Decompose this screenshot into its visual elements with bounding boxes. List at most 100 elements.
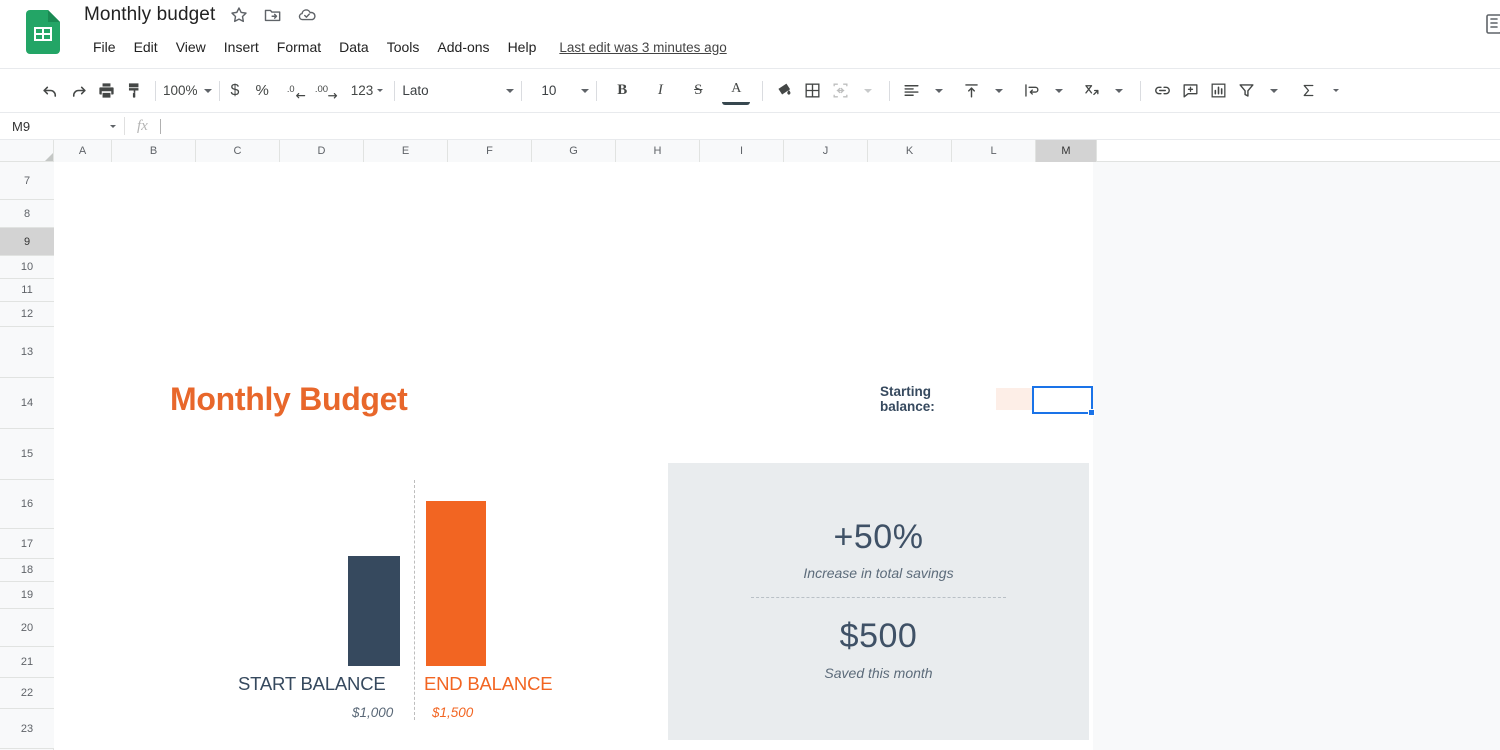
zoom-selector[interactable]: 100% xyxy=(163,83,212,98)
toolbar-divider xyxy=(521,80,523,101)
fill-handle[interactable] xyxy=(1088,409,1095,416)
decrease-decimal-button[interactable]: .0 xyxy=(283,77,311,105)
budget-dashboard: Monthly Budget Starting balance: $1,000 … xyxy=(54,162,1093,750)
redo-icon[interactable] xyxy=(64,77,92,105)
column-header-A[interactable]: A xyxy=(54,140,112,162)
column-header-I[interactable]: I xyxy=(700,140,784,162)
functions-caret[interactable] xyxy=(1322,77,1350,105)
stats-divider xyxy=(751,597,1006,598)
move-to-folder-icon[interactable] xyxy=(263,5,283,25)
chevron-down-icon xyxy=(1333,89,1340,92)
row-header-20[interactable]: 20 xyxy=(0,609,54,647)
column-header-J[interactable]: J xyxy=(784,140,868,162)
menu-add-ons[interactable]: Add-ons xyxy=(428,37,498,57)
row-header-12[interactable]: 12 xyxy=(0,302,54,327)
column-header-G[interactable]: G xyxy=(532,140,616,162)
text-rotation-icon[interactable] xyxy=(1077,77,1105,105)
text-wrap-icon[interactable] xyxy=(1017,77,1045,105)
column-header-K[interactable]: K xyxy=(868,140,952,162)
filter-icon[interactable] xyxy=(1232,77,1260,105)
vertical-align-icon[interactable] xyxy=(957,77,985,105)
text-color-button[interactable]: A xyxy=(722,77,751,105)
insert-chart-icon[interactable] xyxy=(1204,77,1232,105)
selected-cell-m9[interactable] xyxy=(1032,386,1095,416)
borders-icon[interactable] xyxy=(798,77,826,105)
merge-cells-icon[interactable] xyxy=(826,77,854,105)
row-header-21[interactable]: 21 xyxy=(0,647,54,678)
menu-help[interactable]: Help xyxy=(499,37,546,57)
row-header-9[interactable]: 9 xyxy=(0,228,54,256)
strikethrough-button[interactable]: S xyxy=(684,77,712,105)
font-family-selector[interactable]: Lato xyxy=(402,83,515,98)
insert-comment-icon[interactable] xyxy=(1176,77,1204,105)
menu-data[interactable]: Data xyxy=(330,37,378,57)
currency-format-button[interactable]: $ xyxy=(227,77,244,105)
menu-file[interactable]: File xyxy=(84,37,125,57)
sidebar-toggle-icon[interactable] xyxy=(1482,12,1500,36)
row-header-18[interactable]: 18 xyxy=(0,559,54,582)
row-header-8[interactable]: 8 xyxy=(0,200,54,228)
column-header-L[interactable]: L xyxy=(952,140,1036,162)
starting-balance-label: Starting balance: xyxy=(880,384,935,414)
more-formats-button[interactable]: 123 xyxy=(347,77,388,105)
horizontal-align-icon[interactable] xyxy=(897,77,925,105)
formula-input[interactable] xyxy=(161,113,1500,139)
last-edit-link[interactable]: Last edit was 3 minutes ago xyxy=(559,40,726,55)
savings-percent-value: +50% xyxy=(833,518,924,556)
column-header-C[interactable]: C xyxy=(196,140,280,162)
row-header-11[interactable]: 11 xyxy=(0,279,54,302)
row-header-19[interactable]: 19 xyxy=(0,582,54,609)
column-header-F[interactable]: F xyxy=(448,140,532,162)
select-all-corner[interactable] xyxy=(0,140,54,162)
row-header-10[interactable]: 10 xyxy=(0,256,54,279)
column-header-E[interactable]: E xyxy=(364,140,448,162)
menu-view[interactable]: View xyxy=(167,37,215,57)
column-header-M[interactable]: M xyxy=(1036,140,1097,162)
paint-format-icon[interactable] xyxy=(120,77,148,105)
row-header-22[interactable]: 22 xyxy=(0,678,54,709)
percent-format-button[interactable]: % xyxy=(251,77,272,105)
row-header-7[interactable]: 7 xyxy=(0,162,54,200)
name-box-value: M9 xyxy=(12,118,31,134)
insert-link-icon[interactable] xyxy=(1148,77,1176,105)
row-header-23[interactable]: 23 xyxy=(0,709,54,749)
column-header-H[interactable]: H xyxy=(616,140,700,162)
merge-dropdown-caret[interactable] xyxy=(854,77,882,105)
row-header-16[interactable]: 16 xyxy=(0,480,54,529)
row-header-13[interactable]: 13 xyxy=(0,327,54,378)
star-icon[interactable] xyxy=(229,5,249,25)
vertical-align-caret[interactable] xyxy=(985,77,1013,105)
menu-edit[interactable]: Edit xyxy=(125,37,167,57)
italic-button[interactable]: I xyxy=(646,77,674,105)
horizontal-align-caret[interactable] xyxy=(925,77,953,105)
cloud-saved-icon[interactable] xyxy=(297,5,317,25)
bar-label-end-balance: END BALANCE xyxy=(424,673,553,694)
row-header-15[interactable]: 15 xyxy=(0,429,54,480)
name-box[interactable]: M9 xyxy=(0,113,124,139)
menu-bar: File Edit View Insert Format Data Tools … xyxy=(84,37,727,57)
fill-color-icon[interactable] xyxy=(770,77,798,105)
document-title[interactable]: Monthly budget xyxy=(84,4,215,26)
bar-start-balance xyxy=(348,556,400,666)
column-header-B[interactable]: B xyxy=(112,140,196,162)
filter-caret[interactable] xyxy=(1260,77,1288,105)
menu-insert[interactable]: Insert xyxy=(215,37,268,57)
increase-decimal-button[interactable]: .00 xyxy=(311,77,343,105)
sheet-content[interactable]: Monthly Budget Starting balance: $1,000 … xyxy=(54,162,1093,750)
font-family-value: Lato xyxy=(402,83,429,98)
print-icon[interactable] xyxy=(92,77,120,105)
menu-format[interactable]: Format xyxy=(268,37,330,57)
title-row: Monthly budget xyxy=(84,4,317,26)
bold-button[interactable]: B xyxy=(608,77,636,105)
sigma-icon[interactable] xyxy=(1294,77,1322,105)
column-header-D[interactable]: D xyxy=(280,140,364,162)
text-rotation-caret[interactable] xyxy=(1105,77,1133,105)
undo-icon[interactable] xyxy=(36,77,64,105)
menu-tools[interactable]: Tools xyxy=(378,37,429,57)
row-header-17[interactable]: 17 xyxy=(0,529,54,559)
savings-stats-panel: +50% Increase in total savings $500 Save… xyxy=(668,463,1089,740)
row-header-14[interactable]: 14 xyxy=(0,378,54,429)
text-wrap-caret[interactable] xyxy=(1045,77,1073,105)
font-size-selector[interactable]: 10 xyxy=(535,83,590,98)
toolbar-divider xyxy=(394,80,396,101)
